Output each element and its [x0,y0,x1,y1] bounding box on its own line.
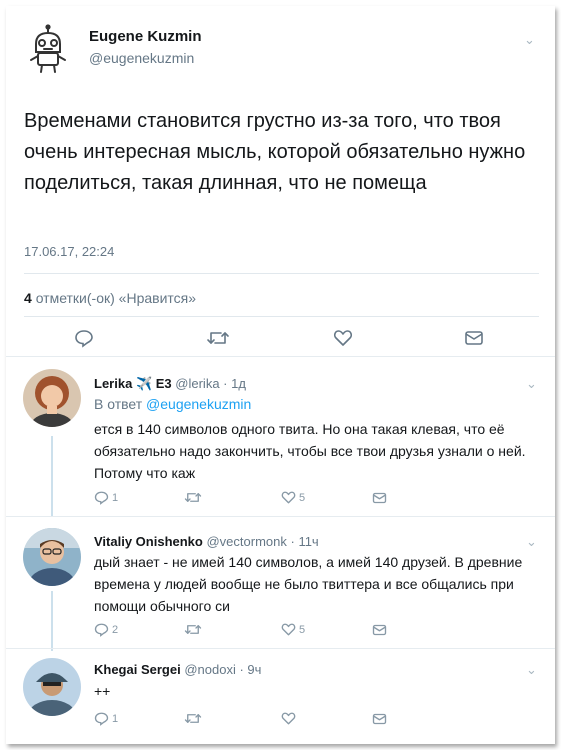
reply-icon [94,491,109,505]
reply-button[interactable]: 1 [94,490,118,505]
chevron-down-icon[interactable]: ⌄ [526,376,537,392]
heart-icon [281,712,296,725]
reply-author-name[interactable]: Vitaliy Onishenko [94,534,203,549]
author-handle[interactable]: @eugenekuzmin [89,50,194,66]
reply-author-handle[interactable]: @vectormonk [206,534,286,549]
divider [6,648,555,649]
retweet-icon [207,332,229,344]
tweet-text: Временами становится грустно из-за того,… [24,110,526,194]
avatar[interactable] [23,528,81,586]
separator-dot: · [286,534,299,549]
thread-line [51,436,53,516]
likes-label: отметки(-ок) «Нравится» [35,290,197,306]
envelope-icon [372,713,387,725]
thread-line [51,591,53,651]
chevron-down-icon[interactable]: ⌄ [524,32,535,48]
dm-button[interactable] [372,491,387,505]
user-photo-icon [23,528,81,586]
likes-count: 4 [24,290,32,306]
reply-to-label: В ответ [94,396,143,412]
reply-author-handle[interactable]: @nodoxi [184,662,236,677]
reply-count: 2 [112,623,119,636]
chevron-down-icon[interactable]: ⌄ [526,662,537,678]
retweet-button[interactable] [184,711,202,726]
author-avatar[interactable] [26,24,70,74]
envelope-icon [372,492,387,504]
reply-author-name[interactable]: Lerika [94,376,132,391]
divider [24,316,539,317]
envelope-icon [465,331,483,345]
reply-count: 1 [112,491,119,504]
reply-count: 1 [112,712,119,725]
heart-icon [281,623,296,636]
reply-button[interactable]: 2 [94,622,118,637]
likes-summary[interactable]: 4 отметки(-ок) «Нравится» [24,290,196,306]
reply-icon [94,623,109,637]
retweet-button[interactable] [184,490,202,505]
reply-text: дый знает - не имей 140 символов, а имей… [94,554,523,614]
reply-to-line: В ответ @eugenekuzmin [94,396,251,412]
user-photo-icon [23,369,81,427]
envelope-icon [372,624,387,636]
author-name[interactable]: Eugene Kuzmin [89,28,202,45]
retweet-button[interactable] [206,328,230,348]
avatar[interactable] [23,369,81,427]
reply-header: Vitaliy Onishenko @vectormonk · 11ч [94,534,319,549]
avatar[interactable] [23,658,81,716]
reply-author-handle[interactable]: @lerika [175,376,219,391]
reply-header: Khegai Sergei @nodoxi · 9ч [94,662,261,677]
heart-icon [281,491,296,504]
dm-button[interactable] [464,329,484,347]
reply-text: ++ [94,683,111,699]
reply-button[interactable] [74,328,94,348]
reply-author-name[interactable]: Khegai Sergei [94,662,181,677]
retweet-icon [184,493,202,502]
robot-avatar-icon [30,24,66,73]
divider [6,356,555,357]
separator-dot: · [235,662,248,677]
reply-icon [94,712,109,726]
reply-button[interactable]: 1 [94,711,118,726]
tweet-thread: Eugene Kuzmin @eugenekuzmin ⌄ Временами … [6,6,555,744]
chevron-down-icon[interactable]: ⌄ [526,534,537,550]
like-button[interactable]: 5 [281,622,305,637]
reply-text: ется в 140 символов одного твита. Но она… [94,421,526,481]
tweet-timestamp[interactable]: 17.06.17, 22:24 [24,244,114,259]
retweet-icon [184,714,202,723]
user-photo-icon [23,658,81,716]
divider [24,273,539,274]
retweet-button[interactable] [184,622,202,637]
separator-dot: · [219,376,232,391]
reply-to-link[interactable]: @eugenekuzmin [146,396,251,412]
like-button[interactable]: 5 [281,490,305,505]
reply-icon [75,330,93,348]
airplane-emoji: ✈️ [135,376,153,391]
dm-button[interactable] [372,623,387,637]
dm-button[interactable] [372,712,387,726]
reply-header: Lerika ✈️ E3 @lerika · 1д [94,376,246,392]
reply-time[interactable]: 11ч [298,534,318,549]
reply-time[interactable]: 9ч [247,662,261,677]
reply-time[interactable]: 1д [231,376,246,391]
like-count: 5 [299,491,306,504]
divider [6,516,555,517]
like-count: 5 [299,623,306,636]
reply-author-suffix: E3 [155,376,172,391]
retweet-icon [184,625,202,634]
heart-icon [333,330,353,346]
like-button[interactable] [281,711,296,726]
like-button[interactable] [333,328,353,348]
